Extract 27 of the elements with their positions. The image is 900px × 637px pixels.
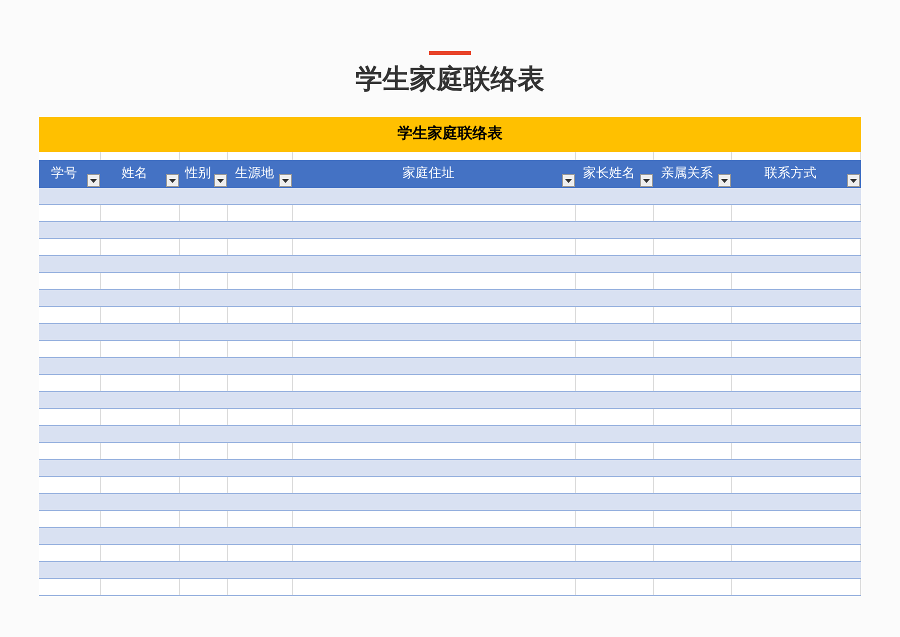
table-title: 学生家庭联络表 [398, 124, 502, 144]
dropdown-icon [217, 178, 224, 182]
filter-button[interactable] [718, 174, 731, 187]
dropdown-icon [282, 178, 289, 182]
column-header: 姓名 [122, 165, 148, 184]
filter-button[interactable] [279, 174, 292, 187]
dropdown-icon [721, 178, 728, 182]
filter-button[interactable] [640, 174, 653, 187]
dropdown-icon [850, 178, 857, 182]
filter-button[interactable] [87, 174, 100, 187]
column-header: 家长姓名 [583, 165, 635, 184]
filter-button[interactable] [562, 174, 575, 187]
column-header: 生源地 [235, 165, 274, 184]
filter-button[interactable] [166, 174, 179, 187]
filter-button[interactable] [214, 174, 227, 187]
column-header: 学号 [51, 165, 77, 184]
column-header: 家庭住址 [402, 165, 454, 184]
column-header: 亲属关系 [661, 165, 713, 184]
accent-bar [429, 51, 471, 55]
dropdown-icon [565, 178, 572, 182]
column-header: 联系方式 [764, 165, 816, 184]
filter-button[interactable] [847, 174, 860, 187]
dropdown-icon [643, 178, 650, 182]
page-title: 学生家庭联络表 [356, 63, 544, 96]
column-header: 性别 [185, 165, 211, 184]
dropdown-icon [169, 178, 176, 182]
dropdown-icon [90, 178, 97, 182]
